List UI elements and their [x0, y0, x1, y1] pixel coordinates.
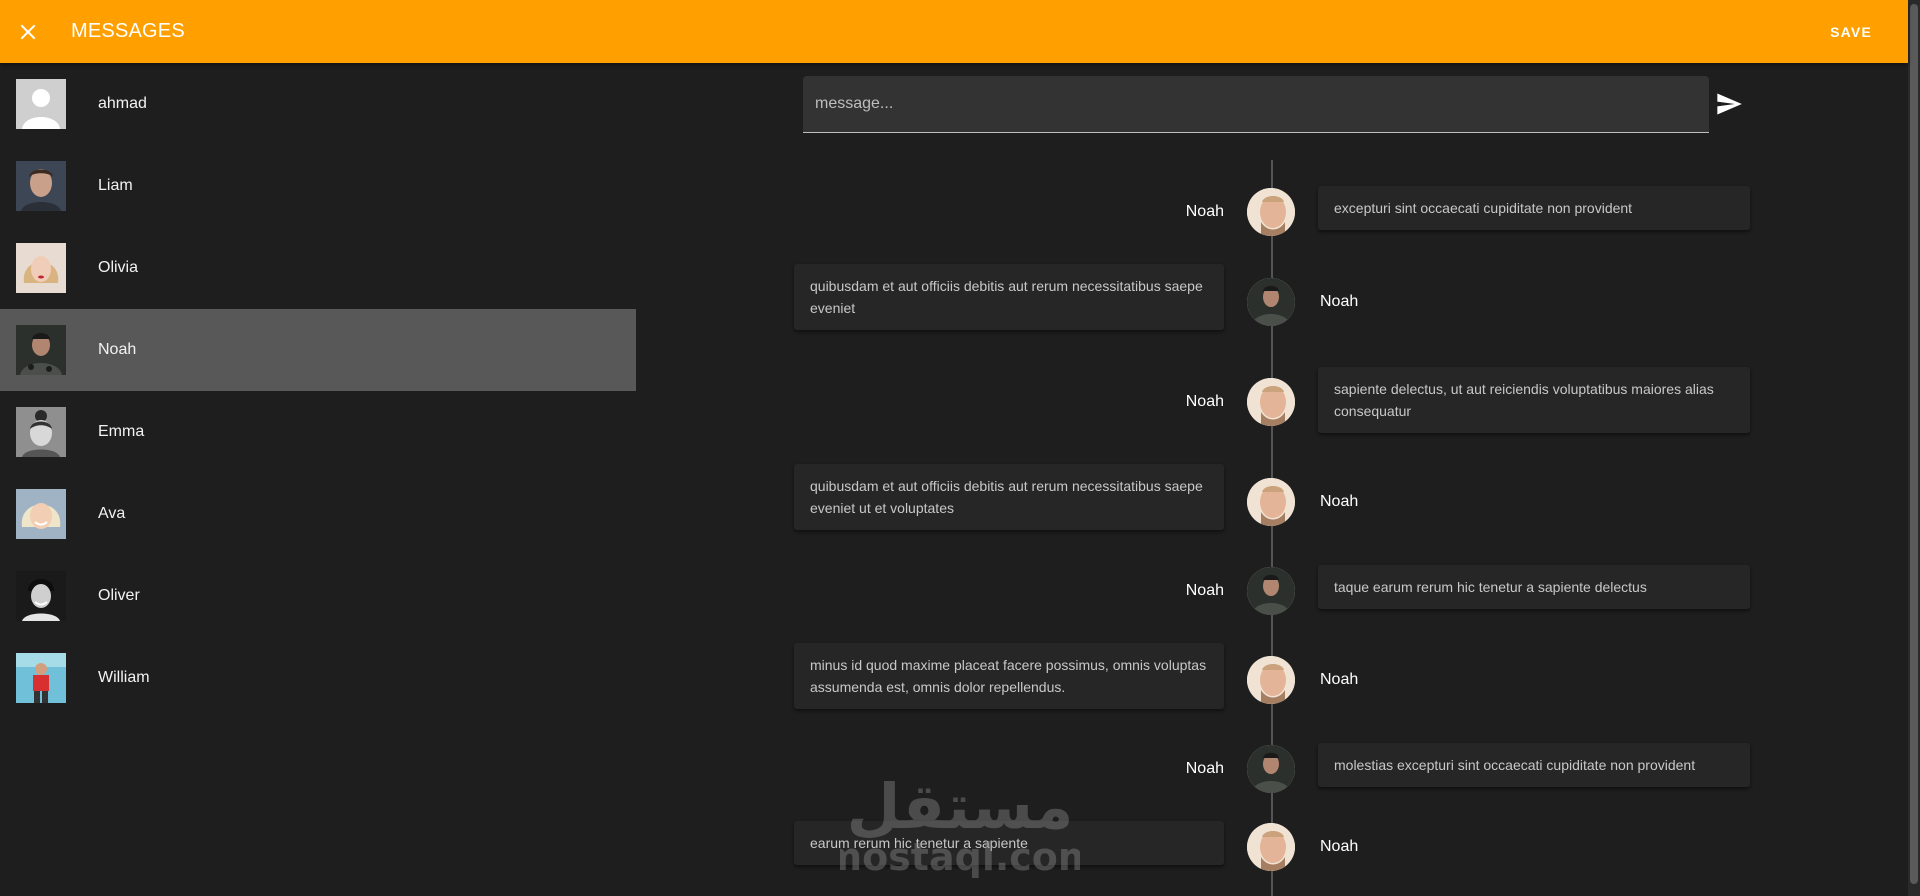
avatar	[1247, 378, 1295, 426]
avatar	[1247, 745, 1295, 793]
contact-item-olivia[interactable]: Olivia	[0, 227, 636, 309]
avatar	[16, 243, 66, 293]
page-scrollbar[interactable]	[1908, 0, 1920, 896]
message-sender: Noah	[1185, 760, 1224, 777]
avatar-photo	[16, 489, 66, 539]
close-icon	[20, 24, 36, 39]
avatar	[16, 489, 66, 539]
avatar	[16, 653, 66, 703]
avatar-photo	[16, 653, 66, 703]
contact-name: William	[98, 669, 150, 686]
contact-list: ahmad Liam Olivia Noah Emma Ava Oliver W…	[0, 63, 636, 896]
message-sender: Noah	[1185, 393, 1224, 410]
contact-name: Noah	[98, 341, 137, 358]
app-toolbar: MESSAGES SAVE	[0, 0, 1908, 63]
avatar-photo	[16, 161, 66, 211]
avatar-photo	[1247, 567, 1295, 615]
contact-name: Ava	[98, 505, 126, 522]
avatar-photo	[1247, 656, 1295, 704]
message-card: excepturi sint occaecati cupiditate non …	[1318, 186, 1750, 230]
avatar-photo	[16, 407, 66, 457]
message-sender: Noah	[1320, 493, 1359, 510]
message-card: minus id quod maxime placeat facere poss…	[794, 643, 1224, 709]
message-card: quibusdam et aut officiis debitis aut re…	[794, 264, 1224, 330]
avatar	[1247, 656, 1295, 704]
message-card: sapiente delectus, ut aut reiciendis vol…	[1318, 367, 1750, 433]
message-card: taque earum rerum hic tenetur a sapiente…	[1318, 565, 1750, 609]
message-sender: Noah	[1320, 293, 1359, 310]
page-title: MESSAGES	[71, 20, 185, 42]
avatar	[1247, 823, 1295, 871]
close-button[interactable]	[13, 17, 43, 47]
contact-name: ahmad	[98, 95, 147, 112]
message-sender: Noah	[1185, 582, 1224, 599]
avatar	[16, 407, 66, 457]
contact-item-ava[interactable]: Ava	[0, 473, 636, 555]
avatar	[1247, 567, 1295, 615]
message-sender: Noah	[1185, 203, 1224, 220]
scrollbar-thumb[interactable]	[1910, 4, 1918, 884]
contact-name: Olivia	[98, 259, 139, 276]
avatar-photo	[1247, 278, 1295, 326]
avatar-photo	[1247, 478, 1295, 526]
send-button[interactable]	[1715, 90, 1743, 118]
avatar	[1247, 478, 1295, 526]
message-card: quibusdam et aut officiis debitis aut re…	[794, 464, 1224, 530]
contact-item-oliver[interactable]: Oliver	[0, 555, 636, 637]
contact-item-emma[interactable]: Emma	[0, 391, 636, 473]
avatar	[16, 161, 66, 211]
contact-name: Oliver	[98, 587, 140, 604]
contact-item-ahmad[interactable]: ahmad	[0, 63, 636, 145]
contact-item-william[interactable]: William	[0, 637, 636, 719]
avatar-photo	[16, 325, 66, 375]
avatar-photo	[16, 243, 66, 293]
avatar-photo	[1247, 745, 1295, 793]
message-card: molestias excepturi sint occaecati cupid…	[1318, 743, 1750, 787]
avatar	[16, 79, 66, 129]
default-avatar-icon	[16, 79, 66, 129]
avatar	[1247, 188, 1295, 236]
message-composer	[803, 76, 1709, 133]
avatar-photo	[1247, 378, 1295, 426]
message-sender: Noah	[1320, 671, 1359, 688]
message-input[interactable]	[803, 76, 1709, 132]
contact-item-noah[interactable]: Noah	[0, 309, 636, 391]
contact-name: Liam	[98, 177, 133, 194]
avatar	[1247, 278, 1295, 326]
avatar-photo	[16, 571, 66, 621]
avatar-photo	[1247, 823, 1295, 871]
message-sender: Noah	[1320, 838, 1359, 855]
save-button[interactable]: SAVE	[1822, 18, 1880, 46]
message-card: earum rerum hic tenetur a sapiente	[794, 821, 1224, 865]
send-icon	[1717, 93, 1742, 115]
avatar-photo	[1247, 188, 1295, 236]
avatar	[16, 325, 66, 375]
avatar	[16, 571, 66, 621]
contact-item-liam[interactable]: Liam	[0, 145, 636, 227]
contact-name: Emma	[98, 423, 145, 440]
